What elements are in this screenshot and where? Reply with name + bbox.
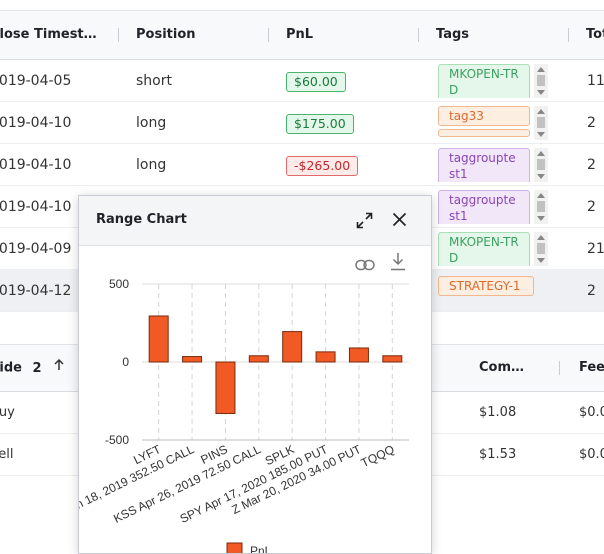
close-timestamp-cell: 2019-04-10 [0,199,72,215]
scroll-thumb[interactable] [537,159,545,170]
column-header-pnl[interactable]: PnL [286,11,396,59]
column-separator[interactable] [118,28,119,42]
total-cell: 2 [587,157,596,173]
tag-chip-overflow [438,129,530,137]
expand-icon[interactable] [356,212,373,233]
bar [182,356,203,363]
column-header-tags[interactable]: Tags [436,11,546,59]
column-header-fees[interactable]: Fees [579,345,604,391]
scroll-thumb[interactable] [537,243,545,254]
bar [282,331,303,363]
column-separator[interactable] [268,28,269,42]
tags-scrollbar[interactable] [534,64,548,98]
range-chart-panel[interactable]: Range Chart -5000500LYFTTSLA Jan 18, 201… [78,195,432,554]
scroll-up-arrow-icon[interactable] [537,235,545,240]
close-timestamp-cell: 2019-04-05 [0,73,72,89]
tags-scrollbar[interactable] [534,190,548,224]
fees-cell: $0.0 [579,405,604,420]
tags-cell: STRATEGY-1 [438,276,534,310]
bar [315,351,336,363]
scroll-down-arrow-icon[interactable] [537,216,545,221]
scroll-down-arrow-icon[interactable] [537,174,545,179]
legend-label: PnL [250,544,272,554]
panel-title: Range Chart [96,212,187,227]
table-row[interactable]: 2019-04-10 long $175.00 tag33 2 [0,102,604,144]
y-tick-label: -500 [105,433,129,447]
total-cell: 2 [587,199,596,215]
commission-cell: $1.08 [479,405,517,420]
position-cell: long [136,115,167,131]
bar [348,347,369,363]
close-icon[interactable] [392,212,407,231]
tags-cell: MKOPEN-TRD [438,232,530,266]
y-tick-label: 0 [122,355,129,369]
scroll-thumb[interactable] [537,117,545,128]
sort-order-badge: 2 [32,360,42,376]
tags-cell: taggroupte st1 [438,148,530,182]
tag-chip[interactable]: MKOPEN-TRD [438,232,530,266]
table-row[interactable]: 2019-04-10 long -$265.00 taggroupte st1 2 [0,144,604,186]
total-cell: 21 [587,241,604,257]
x-tick-label: TQQQ [359,442,397,470]
pnl-badge: -$265.00 [286,156,359,176]
scroll-up-arrow-icon[interactable] [537,151,545,156]
legend-swatch [226,542,243,553]
tag-chip[interactable]: tag33 [438,106,530,126]
column-header-total[interactable]: Total [586,11,604,59]
column-separator[interactable] [568,28,569,42]
commission-cell: $1.53 [479,447,517,462]
bar [148,315,169,363]
tags-scrollbar[interactable] [534,106,548,140]
side-cell: Sell [0,447,14,462]
table-row[interactable]: 2019-04-05 short $60.00 MKOPEN-TRD 11 [0,60,604,102]
tag-chip[interactable]: STRATEGY-1 [438,276,534,296]
trades-header-row: Close Timest… Position PnL Tags Total [0,11,604,60]
side-cell: Buy [0,405,15,420]
close-timestamp-cell: 2019-04-09 [0,241,72,257]
y-tick-label: 500 [109,277,129,291]
fees-cell: $0.0 [579,447,604,462]
close-timestamp-cell: 2019-04-10 [0,157,72,173]
tag-chip[interactable]: taggroupte st1 [438,148,530,182]
total-cell: 11 [587,73,604,89]
tag-chip[interactable]: MKOPEN-TRD [438,64,530,98]
tags-cell: taggroupte st1 [438,190,530,224]
pnl-badge: $175.00 [286,114,354,134]
close-timestamp-cell: 2019-04-12 [0,283,72,299]
total-cell: 2 [587,115,596,131]
tags-cell: MKOPEN-TRD [438,64,530,98]
pnl-badge: $60.00 [286,72,346,92]
tags-scrollbar[interactable] [534,148,548,182]
scroll-up-arrow-icon[interactable] [537,109,545,114]
tag-chip[interactable]: taggroupte st1 [438,190,530,224]
column-header-close-timestamp[interactable]: Close Timest… [0,11,100,59]
bar [382,355,403,363]
bar [248,355,269,363]
position-cell: short [136,73,172,89]
scroll-up-arrow-icon[interactable] [537,67,545,72]
column-header-position[interactable]: Position [136,11,246,59]
total-cell: 2 [587,283,596,299]
tags-scrollbar[interactable] [534,232,548,266]
column-header-side[interactable]: Side 2 [0,345,64,391]
bar [215,361,236,414]
panel-header[interactable]: Range Chart [79,196,431,246]
scroll-down-arrow-icon[interactable] [537,258,545,263]
column-separator[interactable] [418,28,419,42]
column-separator[interactable] [559,361,560,375]
column-header-commission[interactable]: Com… [479,345,539,391]
scroll-up-arrow-icon[interactable] [537,193,545,198]
range-chart: -5000500LYFTTSLA Jan 18, 2019 352.50 CAL… [79,277,409,554]
scroll-thumb[interactable] [537,75,545,86]
tags-cell: tag33 [438,106,530,140]
scroll-thumb[interactable] [537,201,545,212]
column-header-side-label: Side [0,360,22,376]
arrow-up-icon [54,345,64,391]
scroll-down-arrow-icon[interactable] [537,132,545,137]
scroll-down-arrow-icon[interactable] [537,90,545,95]
close-timestamp-cell: 2019-04-10 [0,115,72,131]
position-cell: long [136,157,167,173]
